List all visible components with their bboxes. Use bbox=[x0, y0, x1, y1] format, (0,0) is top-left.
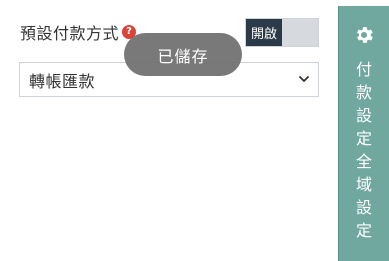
side-char: 款 bbox=[355, 83, 372, 102]
payment-global-settings-tab[interactable]: 付 款 設 定 全 域 設 定 bbox=[338, 6, 389, 261]
side-char: 全 bbox=[355, 152, 372, 171]
toggle-on-label: 開啟 bbox=[246, 19, 282, 46]
payment-method-selected-value: 轉帳匯款 bbox=[29, 71, 96, 91]
chevron-down-icon bbox=[299, 76, 309, 82]
side-panel-label: 付 款 設 定 全 域 設 定 bbox=[339, 58, 389, 242]
side-char: 付 bbox=[355, 60, 372, 79]
enable-toggle[interactable]: 開啟 bbox=[245, 18, 319, 47]
side-char: 域 bbox=[355, 175, 372, 194]
gear-icon bbox=[357, 27, 373, 43]
default-payment-label-row: 預設付款方式 ? bbox=[20, 21, 137, 43]
side-char: 定 bbox=[355, 221, 372, 240]
toggle-off-area bbox=[282, 19, 318, 46]
side-char: 定 bbox=[355, 129, 372, 148]
side-char: 設 bbox=[355, 106, 372, 125]
saved-toast: 已儲存 bbox=[124, 33, 242, 76]
side-char: 設 bbox=[355, 198, 372, 217]
default-payment-label: 預設付款方式 bbox=[20, 24, 120, 43]
payment-settings-page: 預設付款方式 ? 開啟 轉帳匯款 已儲存 付 款 設 定 全 域 設 定 bbox=[0, 0, 389, 261]
